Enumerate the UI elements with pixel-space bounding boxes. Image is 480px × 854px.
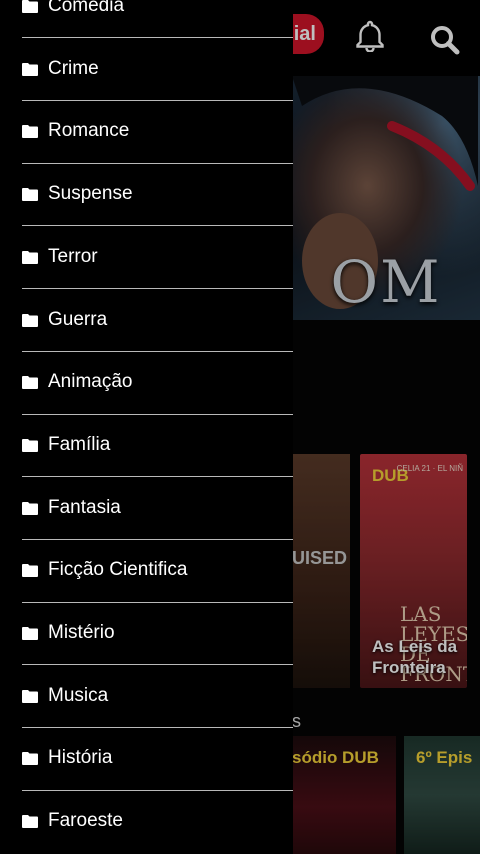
drawer-item-label: Animação (48, 371, 133, 393)
drawer-item[interactable]: Terror (0, 226, 293, 288)
drawer-item[interactable]: Faroeste (0, 790, 293, 852)
drawer-item-label: Ficção Cientifica (48, 559, 188, 581)
drawer-item-label: Faroeste (48, 810, 123, 832)
folder-icon (22, 313, 38, 327)
drawer-item-label: Família (48, 433, 111, 455)
drawer-item-label: Mistério (48, 622, 115, 643)
folder-icon (22, 438, 38, 452)
drawer-item-label: Fantasia (48, 496, 121, 518)
folder-icon (22, 689, 38, 703)
drawer-item-label: Suspense (48, 183, 133, 205)
drawer-item-label: Terror (48, 245, 98, 267)
drawer-item[interactable]: Crime (0, 38, 293, 100)
drawer-item-label: História (48, 747, 113, 769)
folder-icon (22, 124, 38, 139)
folder-icon (22, 751, 38, 766)
folder-icon (22, 814, 38, 829)
drawer-item[interactable]: Fantasia (0, 477, 293, 539)
folder-icon (22, 501, 38, 515)
folder-icon (22, 375, 38, 390)
drawer-item-label: Guerra (48, 308, 108, 330)
drawer-item[interactable]: Musica (0, 665, 293, 727)
drawer-item[interactable]: Comédia (0, 0, 293, 37)
drawer-item-label: Musica (48, 684, 109, 706)
folder-icon (22, 62, 38, 76)
folder-icon (22, 250, 38, 264)
drawer-item-label: Romance (48, 120, 130, 142)
folder-icon (22, 626, 38, 640)
drawer-item[interactable]: História (0, 727, 293, 789)
folder-icon (22, 563, 38, 578)
folder-icon (22, 0, 38, 13)
drawer-item[interactable]: Família (0, 414, 293, 476)
drawer-item[interactable]: Romance (0, 100, 293, 162)
drawer-item[interactable]: Animação (0, 351, 293, 413)
drawer-item[interactable]: Mistério (0, 602, 293, 664)
navigation-drawer: Comédia Crime Romance Suspense Terror Guerra A… (0, 0, 293, 854)
drawer-item[interactable]: Ficção Cientifica (0, 539, 293, 601)
drawer-item[interactable]: Guerra (0, 289, 293, 351)
drawer-item-label: Comédia (48, 0, 125, 16)
folder-icon (22, 187, 38, 202)
drawer-item-label: Crime (48, 57, 99, 79)
drawer-item[interactable]: Suspense (0, 163, 293, 225)
